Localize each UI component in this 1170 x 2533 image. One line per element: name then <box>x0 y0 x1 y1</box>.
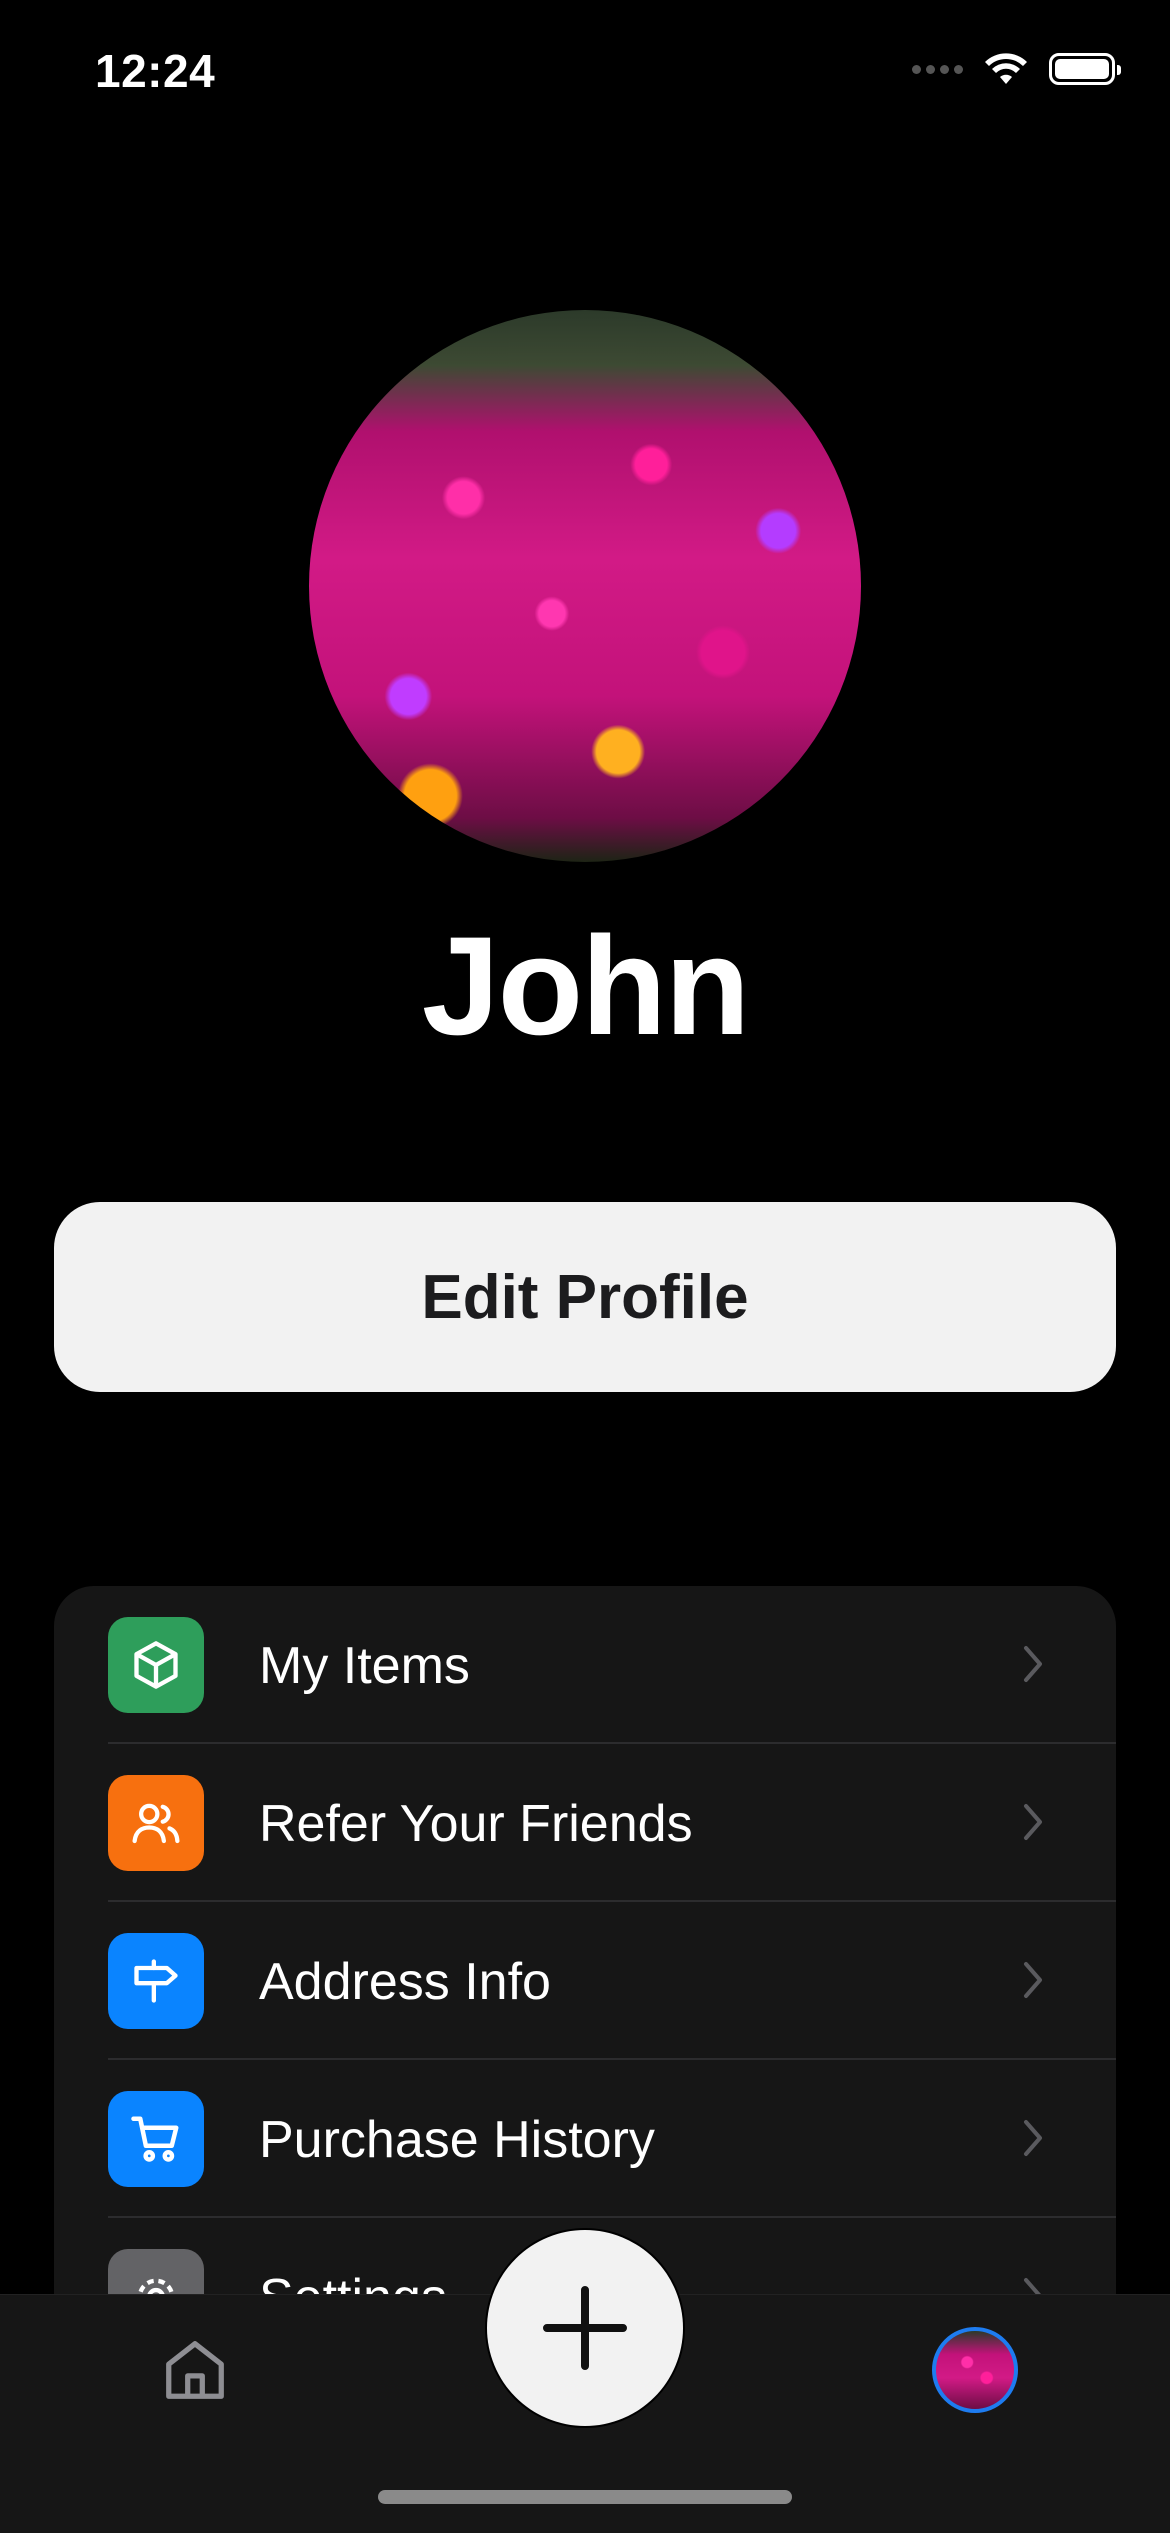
chevron-right-icon <box>1024 2120 1042 2156</box>
chevron-right-icon <box>1024 1962 1042 1998</box>
profile-avatar[interactable] <box>309 310 861 862</box>
menu-item-my-items[interactable]: My Items <box>54 1586 1116 1744</box>
menu-item-address-info[interactable]: Address Info <box>54 1902 1116 2060</box>
menu-item-label: Refer Your Friends <box>259 1795 693 1853</box>
chevron-right-icon <box>1024 1646 1042 1682</box>
status-icons <box>912 52 1121 86</box>
cart-icon <box>108 2091 204 2187</box>
status-bar: 12:24 <box>0 0 1170 150</box>
chevron-right-icon <box>1024 1804 1042 1840</box>
home-indicator <box>378 2490 792 2504</box>
menu-item-purchase-history[interactable]: Purchase History <box>54 2060 1116 2218</box>
menu-item-label: Purchase History <box>259 2111 655 2169</box>
menu-item-label: Address Info <box>259 1953 551 2011</box>
cellular-signal-icon <box>912 64 963 74</box>
battery-icon <box>1049 53 1121 85</box>
profile-tab-avatar[interactable] <box>932 2327 1018 2413</box>
add-button[interactable] <box>487 2230 683 2426</box>
edit-profile-label: Edit Profile <box>421 1262 749 1332</box>
profile-name: John <box>421 907 750 1064</box>
people-icon <box>108 1775 204 1871</box>
menu-item-label: My Items <box>259 1637 470 1695</box>
edit-profile-button[interactable]: Edit Profile <box>54 1202 1116 1392</box>
wifi-icon <box>985 53 1027 84</box>
home-icon[interactable] <box>160 2335 230 2405</box>
signpost-icon <box>108 1933 204 2029</box>
box-icon <box>108 1617 204 1713</box>
menu-item-refer-friends[interactable]: Refer Your Friends <box>54 1744 1116 1902</box>
plus-icon <box>543 2286 627 2370</box>
status-time: 12:24 <box>95 45 216 97</box>
